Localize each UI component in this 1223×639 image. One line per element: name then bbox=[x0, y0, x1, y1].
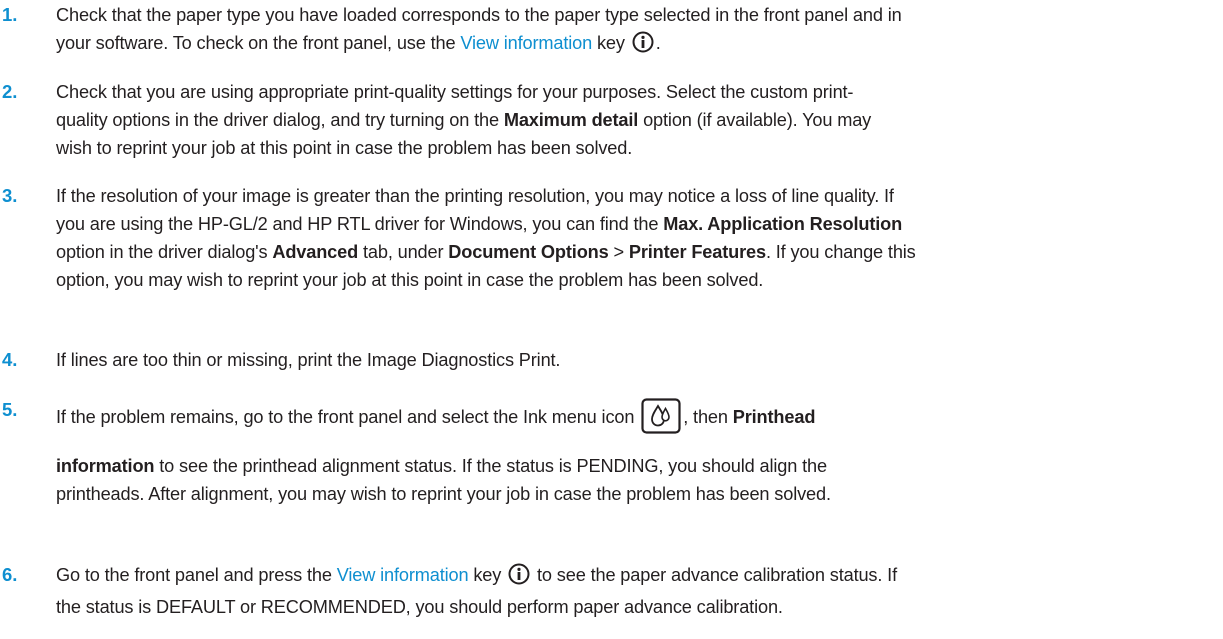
step-line: If lines are too thin or missing, print … bbox=[56, 348, 1216, 372]
text-run: Check that the paper type you have loade… bbox=[56, 5, 902, 25]
step-text: Go to the front panel and press the View… bbox=[56, 563, 1216, 619]
text-run: > bbox=[608, 242, 629, 262]
ink-menu-icon bbox=[641, 398, 681, 440]
step-text: If lines are too thin or missing, print … bbox=[56, 348, 1216, 372]
text-run: quality options in the driver dialog, an… bbox=[56, 110, 504, 130]
text-run: wish to reprint your job at this point i… bbox=[56, 138, 633, 158]
step-text: If the problem remains, go to the front … bbox=[56, 398, 1216, 506]
step-line: you are using the HP-GL/2 and HP RTL dri… bbox=[56, 212, 1216, 236]
text-run: Go to the front panel and press the bbox=[56, 565, 337, 585]
step-line: printheads. After alignment, you may wis… bbox=[56, 482, 1216, 506]
text-run: If the problem remains, go to the front … bbox=[56, 407, 640, 427]
step-number: 1. bbox=[2, 4, 18, 25]
text-run: to see the paper advance calibration sta… bbox=[532, 565, 897, 585]
step-number: 3. bbox=[2, 185, 18, 206]
document-options-label: Document Options bbox=[448, 242, 609, 262]
text-run: you are using the HP-GL/2 and HP RTL dri… bbox=[56, 214, 664, 234]
step-line: If the resolution of your image is great… bbox=[56, 184, 1216, 208]
info-icon bbox=[632, 31, 654, 59]
troubleshooting-steps: 1. Check that the paper type you have lo… bbox=[0, 0, 1223, 639]
info-icon bbox=[508, 563, 530, 591]
step-number: 2. bbox=[2, 81, 18, 102]
step-line: If the problem remains, go to the front … bbox=[56, 398, 1216, 440]
text-run: option (if available). You may bbox=[638, 110, 872, 130]
text-run: your software. To check on the front pan… bbox=[56, 33, 461, 53]
step-number: 6. bbox=[2, 564, 18, 585]
step-line: Check that you are using appropriate pri… bbox=[56, 80, 1216, 104]
text-run: tab, under bbox=[358, 242, 449, 262]
maximum-detail-option: Maximum detail bbox=[503, 110, 639, 130]
step-text: If the resolution of your image is great… bbox=[56, 184, 1216, 292]
text-run: the status is DEFAULT or RECOMMENDED, yo… bbox=[56, 597, 783, 617]
text-run: option, you may wish to reprint your job… bbox=[56, 270, 764, 290]
printhead-information-label-cont: information bbox=[56, 456, 155, 476]
text-run: If lines are too thin or missing, print … bbox=[56, 350, 561, 370]
step-line: quality options in the driver dialog, an… bbox=[56, 108, 1216, 132]
text-run: If the resolution of your image is great… bbox=[56, 186, 894, 206]
step-number: 5. bbox=[2, 399, 18, 420]
step-text: Check that the paper type you have loade… bbox=[56, 3, 1216, 59]
text-run: key bbox=[592, 33, 630, 53]
printhead-information-label: Printhead bbox=[732, 407, 816, 427]
step-line: Check that the paper type you have loade… bbox=[56, 3, 1216, 27]
view-information-link[interactable]: View information bbox=[337, 565, 469, 585]
text-run: . If you change this bbox=[765, 242, 916, 262]
view-information-link[interactable]: View information bbox=[460, 33, 592, 53]
step-text: Check that you are using appropriate pri… bbox=[56, 80, 1216, 160]
max-application-resolution-option: Max. Application Resolution bbox=[663, 214, 903, 234]
step-line: wish to reprint your job at this point i… bbox=[56, 136, 1216, 160]
advanced-tab-label: Advanced bbox=[272, 242, 359, 262]
step-line: your software. To check on the front pan… bbox=[56, 31, 1216, 59]
text-run: Check that you are using appropriate pri… bbox=[56, 82, 854, 102]
step-line: option, you may wish to reprint your job… bbox=[56, 268, 1216, 292]
step-line: Go to the front panel and press the View… bbox=[56, 563, 1216, 591]
text-run: printheads. After alignment, you may wis… bbox=[56, 484, 831, 504]
text-run: to see the printhead alignment status. I… bbox=[154, 456, 827, 476]
step-line: option in the driver dialog's Advanced t… bbox=[56, 240, 1216, 264]
text-run: option in the driver dialog's bbox=[56, 242, 273, 262]
printer-features-label: Printer Features bbox=[628, 242, 766, 262]
text-run: . bbox=[655, 33, 661, 53]
step-line: information to see the printhead alignme… bbox=[56, 454, 1216, 478]
step-number: 4. bbox=[2, 349, 18, 370]
text-run: key bbox=[468, 565, 507, 585]
step-line: the status is DEFAULT or RECOMMENDED, yo… bbox=[56, 595, 1216, 619]
text-run: , then bbox=[683, 407, 733, 427]
